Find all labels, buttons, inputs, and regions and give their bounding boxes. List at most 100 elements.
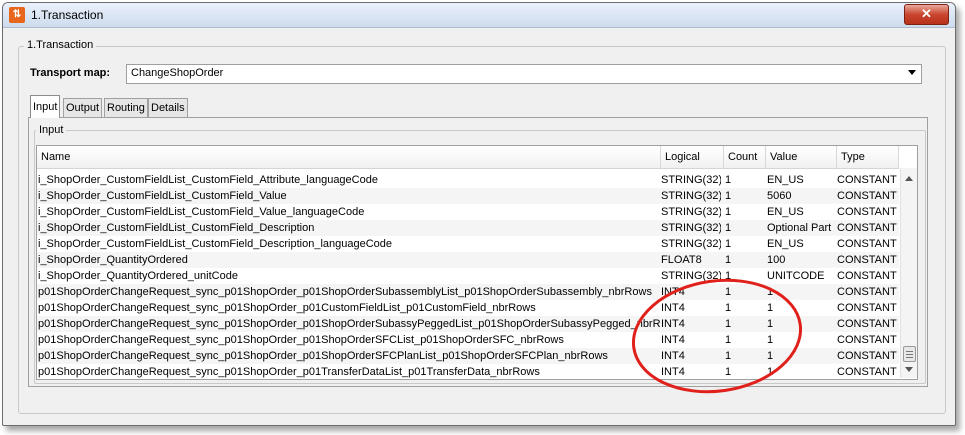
table-row[interactable]: i_ShopOrder_CustomFieldList_CustomField_…	[37, 172, 899, 188]
cell-count: 1	[725, 254, 732, 266]
table-body: i_ShopOrder_CustomFieldList_CustomField_…	[37, 172, 899, 379]
cell-value: 1	[767, 366, 774, 378]
cell-count: 1	[725, 206, 732, 218]
close-button[interactable]: ✕	[904, 4, 949, 25]
table-row[interactable]: i_ShopOrder_CustomFieldList_CustomField_…	[37, 188, 899, 204]
cell-value: EN_US	[767, 206, 804, 218]
cell-type: CONSTANT	[837, 222, 897, 234]
cell-type: CONSTANT	[837, 206, 897, 218]
tab-routing[interactable]: Routing	[104, 98, 148, 117]
cell-logical: STRING(32)	[661, 238, 721, 250]
cell-value: Optional Part	[767, 222, 832, 234]
cell-name: i_ShopOrder_CustomFieldList_CustomField_…	[38, 206, 365, 218]
cell-logical: INT4	[661, 350, 685, 362]
cell-value: 100	[767, 254, 786, 266]
cell-type: CONSTANT	[837, 302, 897, 314]
table-header: Name Logical Count Value Type	[37, 146, 899, 169]
table-row[interactable]: p01ShopOrderChangeRequest_sync_p01ShopOr…	[37, 284, 899, 300]
column-header-logical[interactable]: Logical	[661, 146, 724, 168]
cell-count: 1	[725, 318, 732, 330]
table-row[interactable]: i_ShopOrder_CustomFieldList_CustomField_…	[37, 220, 899, 236]
cell-logical: INT4	[661, 286, 685, 298]
tab-input[interactable]: Input	[30, 95, 61, 118]
cell-count: 1	[725, 238, 732, 250]
cell-logical: INT4	[661, 302, 685, 314]
cell-logical: STRING(32)	[661, 190, 721, 202]
cell-value: EN_US	[767, 238, 804, 250]
cell-count: 1	[725, 174, 732, 186]
cell-type: CONSTANT	[837, 190, 897, 202]
tab-details[interactable]: Details	[148, 98, 188, 117]
cell-count: 1	[725, 302, 732, 314]
table-row[interactable]: i_ShopOrder_CustomFieldList_CustomField_…	[37, 204, 899, 220]
cell-count: 1	[725, 190, 732, 202]
cell-name: p01ShopOrderChangeRequest_sync_p01ShopOr…	[38, 334, 564, 346]
cell-logical: STRING(32)	[661, 222, 721, 234]
column-header-count[interactable]: Count	[724, 146, 766, 168]
cell-value: 1	[767, 334, 774, 346]
transaction-group-legend: 1.Transaction	[24, 39, 97, 51]
cell-count: 1	[725, 366, 732, 378]
cell-value: 1	[767, 302, 774, 314]
cell-value: 1	[767, 318, 774, 330]
cell-type: CONSTANT	[837, 286, 897, 298]
window-title: 1.Transaction	[31, 8, 104, 22]
table-row[interactable]: p01ShopOrderChangeRequest_sync_p01ShopOr…	[37, 332, 899, 348]
transport-map-select[interactable]: ChangeShopOrder	[126, 64, 922, 84]
cell-logical: FLOAT8	[661, 254, 702, 266]
cell-value: 5060	[767, 190, 792, 202]
cell-name: i_ShopOrder_CustomFieldList_CustomField_…	[38, 238, 393, 250]
cell-type: CONSTANT	[837, 350, 897, 362]
input-table: Name Logical Count Value Type i_ShopOrde…	[36, 145, 918, 380]
table-row[interactable]: i_ShopOrder_QuantityOrdered FLOAT8 1 100 CON…	[37, 252, 899, 268]
column-header-type[interactable]: Type	[837, 146, 899, 168]
cell-logical: INT4	[661, 318, 685, 330]
scrollbar-thumb[interactable]	[903, 346, 916, 362]
cell-type: CONSTANT	[837, 318, 897, 330]
chevron-down-icon[interactable]	[908, 70, 916, 75]
title-bar[interactable]: ⇅ 1.Transaction ✕	[3, 3, 955, 28]
table-row[interactable]: p01ShopOrderChangeRequest_sync_p01ShopOr…	[37, 348, 899, 364]
cell-logical: INT4	[661, 366, 685, 378]
cell-value: 1	[767, 350, 774, 362]
table-row[interactable]: p01ShopOrderChangeRequest_sync_p01ShopOr…	[37, 364, 899, 379]
cell-count: 1	[725, 334, 732, 346]
grip-line	[906, 354, 913, 355]
cell-count: 1	[725, 270, 732, 282]
table-row[interactable]: p01ShopOrderChangeRequest_sync_p01ShopOr…	[37, 300, 899, 316]
column-header-value[interactable]: Value	[766, 146, 837, 168]
grip-line	[906, 351, 913, 352]
table-row[interactable]: p01ShopOrderChangeRequest_sync_p01ShopOr…	[37, 316, 899, 332]
cell-name: p01ShopOrderChangeRequest_sync_p01ShopOr…	[38, 318, 660, 330]
cell-value: EN_US	[767, 174, 804, 186]
table-row[interactable]: i_ShopOrder_CustomFieldList_CustomField_…	[37, 236, 899, 252]
table-row[interactable]: i_ShopOrder_QuantityOrdered_unitCode STRI…	[37, 268, 899, 284]
cell-name: i_ShopOrder_CustomFieldList_CustomField_…	[38, 222, 315, 234]
scroll-down-arrow-icon[interactable]	[905, 367, 913, 372]
cell-name: i_ShopOrder_QuantityOrdered	[38, 254, 188, 266]
cell-count: 1	[725, 286, 732, 298]
transaction-icon: ⇅	[9, 7, 25, 23]
scroll-up-arrow-icon[interactable]	[905, 176, 913, 181]
cell-logical: STRING(32)	[661, 206, 721, 218]
vertical-scrollbar[interactable]	[900, 168, 917, 378]
transport-map-value: ChangeShopOrder	[131, 67, 224, 79]
tab-output[interactable]: Output	[63, 98, 103, 117]
cell-count: 1	[725, 222, 732, 234]
grip-line	[906, 357, 913, 358]
cell-logical: STRING(32)	[661, 174, 721, 186]
input-group-legend: Input	[36, 124, 67, 136]
cell-count: 1	[725, 350, 732, 362]
cell-name: p01ShopOrderChangeRequest_sync_p01ShopOr…	[38, 302, 536, 314]
cell-type: CONSTANT	[837, 174, 897, 186]
cell-logical: INT4	[661, 334, 685, 346]
cell-name: p01ShopOrderChangeRequest_sync_p01ShopOr…	[38, 286, 652, 298]
cell-name: i_ShopOrder_CustomFieldList_CustomField_…	[38, 174, 378, 186]
cell-name: p01ShopOrderChangeRequest_sync_p01ShopOr…	[38, 350, 608, 362]
transport-map-label: Transport map:	[30, 67, 111, 79]
column-header-name[interactable]: Name	[37, 146, 661, 168]
cell-type: CONSTANT	[837, 238, 897, 250]
cell-type: CONSTANT	[837, 366, 897, 378]
cell-value: UNITCODE	[767, 270, 825, 282]
cell-name: i_ShopOrder_CustomFieldList_CustomField_…	[38, 190, 287, 202]
